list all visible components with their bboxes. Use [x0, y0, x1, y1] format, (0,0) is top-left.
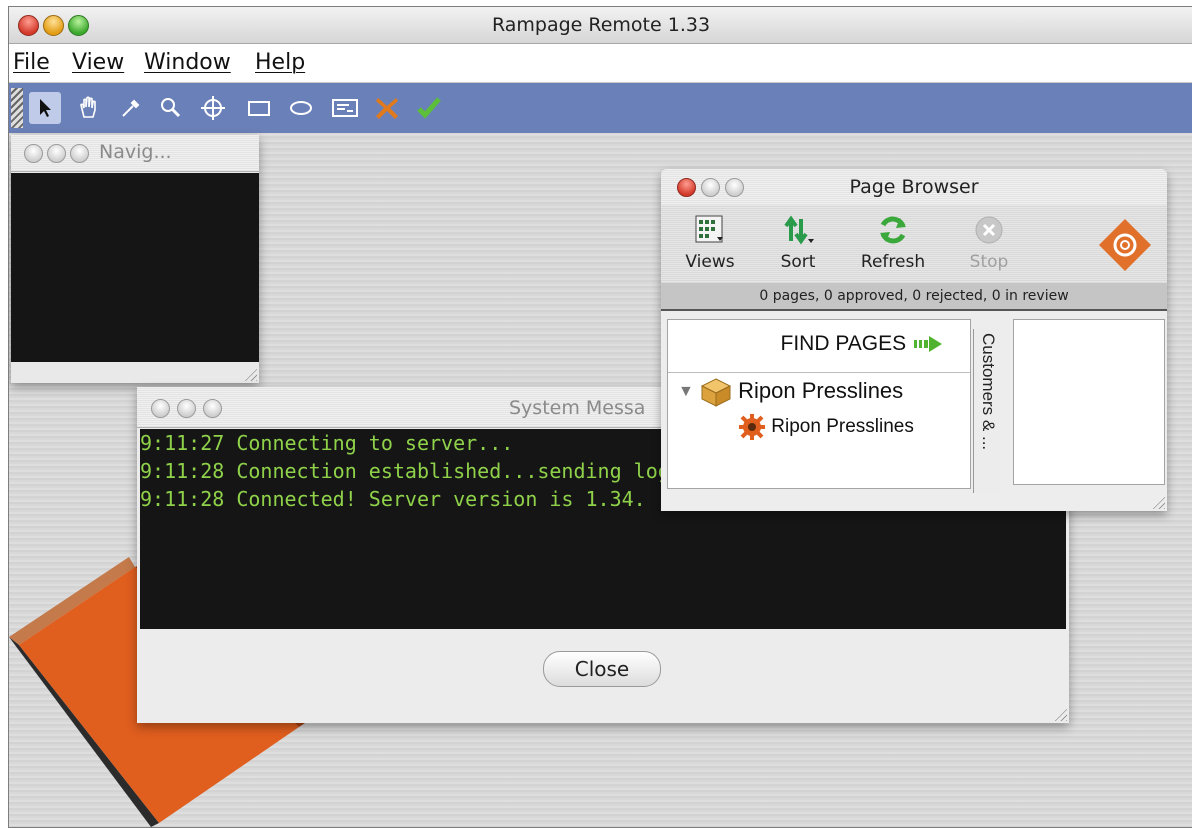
system-messages-title: System Messa [509, 397, 646, 419]
stop-label: Stop [969, 252, 1009, 272]
resize-handle-icon[interactable] [1053, 707, 1067, 721]
menu-view[interactable]: View [72, 50, 124, 75]
system-messages-close-light[interactable] [151, 399, 170, 418]
tree-item-publication[interactable]: Ripon Presslines [738, 413, 914, 441]
magnifier-icon[interactable] [155, 92, 187, 124]
arrow-icon[interactable] [29, 92, 61, 124]
navigator-minimize-button[interactable] [47, 144, 66, 163]
tool-palette [9, 83, 1192, 133]
tree-item-label: Ripon Presslines [771, 416, 914, 438]
page-status-bar: 0 pages, 0 approved, 0 rejected, 0 in re… [661, 283, 1167, 311]
rectangle-icon[interactable] [243, 92, 275, 124]
navigator-title: Navig... [99, 141, 172, 163]
refresh-label: Refresh [860, 252, 926, 272]
eyedropper-icon[interactable] [115, 92, 147, 124]
views-icon [695, 215, 723, 243]
page-browser-toolbar: Views Sort Refresh Stop [661, 205, 1167, 284]
hand-icon[interactable] [73, 92, 105, 124]
navigator-titlebar[interactable]: Navig... [11, 135, 259, 172]
navigator-close-button[interactable] [24, 144, 43, 163]
menu-window[interactable]: Window [144, 50, 231, 75]
page-browser-title: Page Browser [849, 176, 979, 198]
tree-item-customer[interactable]: ▼ Ripon Presslines [678, 377, 903, 407]
sort-button[interactable]: Sort [773, 213, 823, 272]
page-browser-titlebar[interactable]: Page Browser [661, 169, 1167, 206]
close-button[interactable]: Close [543, 651, 661, 687]
ellipse-icon[interactable] [285, 92, 317, 124]
navigator-zoom-button[interactable] [70, 144, 89, 163]
customer-tree: ▼ Ripon Presslines Ripon Presslines [668, 372, 970, 488]
app-window: Rampage Remote 1.33 File View Window Hel… [8, 6, 1192, 828]
reject-x-icon[interactable] [371, 92, 403, 124]
package-icon [700, 378, 732, 407]
stop-icon [975, 216, 1003, 244]
stop-button[interactable]: Stop [967, 213, 1011, 272]
navigator-window: Navig... [11, 135, 259, 383]
refresh-icon [880, 216, 906, 244]
views-button[interactable]: Views [681, 213, 739, 272]
sort-icon [784, 215, 814, 245]
system-messages-zoom-light[interactable] [203, 399, 222, 418]
green-arrow-icon [914, 336, 942, 353]
app-titlebar: Rampage Remote 1.33 [9, 7, 1192, 44]
gear-icon [739, 414, 765, 440]
navigator-preview[interactable] [11, 173, 259, 362]
page-thumbnails-panel[interactable] [1013, 319, 1165, 485]
rampage-logo-icon [1097, 217, 1153, 277]
find-pages-label: FIND PAGES [780, 332, 907, 355]
views-label: Views [685, 252, 735, 272]
page-browser-window: Page Browser Views Sort Refresh Stop 0 p… [661, 169, 1167, 511]
menu-help[interactable]: Help [255, 50, 305, 75]
customers-tab[interactable]: Customers & ... [973, 329, 1000, 493]
find-pages-button[interactable]: FIND PAGES [781, 332, 946, 356]
menu-file[interactable]: File [13, 50, 50, 75]
sort-label: Sort [780, 252, 816, 272]
customers-tab-label: Customers & ... [979, 333, 998, 451]
menu-bar: File View Window Help [9, 44, 1192, 83]
crosshair-icon[interactable] [197, 92, 229, 124]
resize-handle-icon[interactable] [1151, 495, 1165, 509]
disclosure-triangle-icon[interactable]: ▼ [678, 383, 694, 400]
toolbar-grip[interactable] [11, 88, 23, 128]
system-messages-minimize-light[interactable] [177, 399, 196, 418]
resize-handle-icon[interactable] [243, 367, 257, 381]
approve-check-icon[interactable] [413, 92, 445, 124]
app-title: Rampage Remote 1.33 [491, 14, 711, 36]
refresh-button[interactable]: Refresh [857, 213, 929, 272]
tree-item-label: Ripon Presslines [738, 377, 904, 403]
text-box-icon[interactable] [329, 92, 361, 124]
find-pages-panel: FIND PAGES ▼ Ripon Presslines Ripon Pres… [667, 319, 971, 489]
